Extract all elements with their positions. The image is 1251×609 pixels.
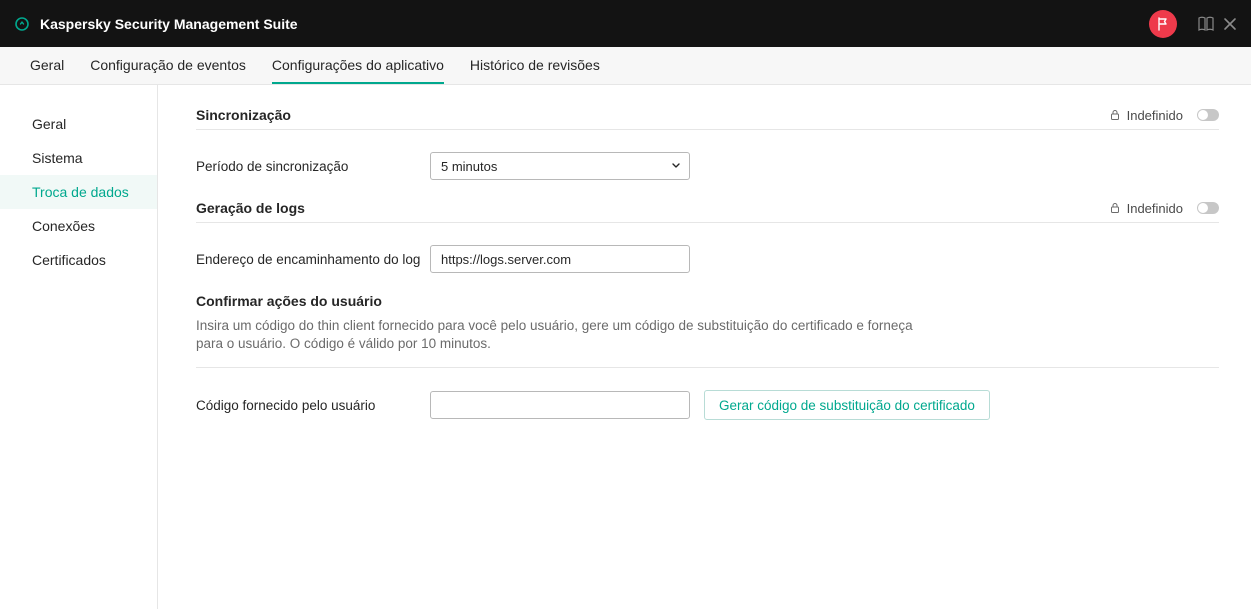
tabbar: Geral Configuração de eventos Configuraç… (0, 47, 1251, 85)
sync-period-label: Período de sincronização (196, 159, 430, 174)
app-title: Kaspersky Security Management Suite (40, 16, 298, 32)
section-sync-header: Sincronização Indefinido (196, 107, 1219, 130)
sidebar-item-certificados[interactable]: Certificados (0, 243, 157, 277)
section-confirm-title: Confirmar ações do usuário (196, 293, 1219, 309)
logs-toggle[interactable] (1197, 202, 1219, 214)
section-logs-title: Geração de logs (196, 200, 305, 216)
generate-cert-code-button[interactable]: Gerar código de substituição do certific… (704, 390, 990, 420)
app-logo-icon (14, 16, 30, 32)
sidebar-item-troca-de-dados[interactable]: Troca de dados (0, 175, 157, 209)
user-code-label: Código fornecido pelo usuário (196, 398, 430, 413)
sidebar: Geral Sistema Troca de dados Conexões Ce… (0, 85, 158, 609)
close-icon[interactable] (1223, 17, 1237, 31)
chevron-down-icon (671, 159, 681, 174)
sidebar-item-conexoes[interactable]: Conexões (0, 209, 157, 243)
section-logs-status: Indefinido (1127, 201, 1183, 216)
log-forward-input[interactable] (430, 245, 690, 273)
tab-historico-revisoes[interactable]: Histórico de revisões (470, 47, 600, 84)
titlebar: Kaspersky Security Management Suite (0, 0, 1251, 47)
section-sync-status: Indefinido (1127, 108, 1183, 123)
sidebar-item-sistema[interactable]: Sistema (0, 141, 157, 175)
sync-toggle[interactable] (1197, 109, 1219, 121)
divider (196, 367, 1219, 368)
tab-geral[interactable]: Geral (30, 47, 64, 84)
sidebar-item-geral[interactable]: Geral (0, 107, 157, 141)
tab-config-aplicativo[interactable]: Configurações do aplicativo (272, 47, 444, 84)
user-code-input[interactable] (430, 391, 690, 419)
lock-icon (1109, 202, 1121, 214)
book-icon[interactable] (1197, 15, 1215, 33)
lock-icon (1109, 109, 1121, 121)
section-sync-title: Sincronização (196, 107, 291, 123)
notification-flag-button[interactable] (1149, 10, 1177, 38)
section-logs-header: Geração de logs Indefinido (196, 200, 1219, 223)
sync-period-select[interactable]: 5 minutos (430, 152, 690, 180)
tab-config-eventos[interactable]: Configuração de eventos (90, 47, 246, 84)
section-confirm-help: Insira um código do thin client fornecid… (196, 317, 916, 353)
log-forward-label: Endereço de encaminhamento do log (196, 252, 430, 267)
main-panel: Sincronização Indefinido Período de sinc… (158, 85, 1251, 609)
